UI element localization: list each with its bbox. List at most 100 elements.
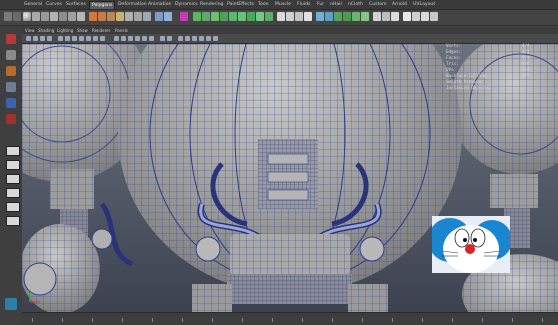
tab-animation[interactable]: Animation bbox=[146, 1, 173, 9]
poly-pipe-icon[interactable] bbox=[77, 12, 85, 21]
poly-cone-icon[interactable] bbox=[50, 12, 58, 21]
scale-tool-icon[interactable] bbox=[6, 114, 16, 124]
tab-curves[interactable]: Curves bbox=[44, 1, 64, 9]
textured-icon[interactable] bbox=[135, 36, 140, 41]
poly-torus-icon[interactable] bbox=[68, 12, 76, 21]
antialias-icon[interactable] bbox=[206, 36, 211, 41]
xray-icon[interactable] bbox=[160, 36, 165, 41]
panel-menu-renderer[interactable]: Renderer bbox=[92, 27, 110, 34]
tab-fluids[interactable]: Fluids bbox=[295, 1, 312, 9]
layout-hypershade-icon[interactable] bbox=[6, 216, 20, 226]
panel-menu-show[interactable]: Show bbox=[77, 27, 88, 34]
extrude-icon[interactable] bbox=[193, 12, 201, 21]
panel-menu-panels[interactable]: Panels bbox=[115, 27, 128, 34]
safe-title-icon[interactable] bbox=[100, 36, 105, 41]
layout-single-icon[interactable] bbox=[6, 146, 20, 156]
depth-of-field-icon[interactable] bbox=[213, 36, 218, 41]
append-icon[interactable] bbox=[211, 12, 219, 21]
normals-icon[interactable] bbox=[373, 12, 381, 21]
tab-painteffects[interactable]: PaintEffects bbox=[225, 1, 256, 9]
tab-rendering[interactable]: Rendering bbox=[198, 1, 225, 9]
sew-uv-icon[interactable] bbox=[325, 12, 333, 21]
split-icon[interactable] bbox=[220, 12, 228, 21]
quadrangulate-icon[interactable] bbox=[430, 12, 438, 21]
layout-four-icon[interactable] bbox=[6, 160, 20, 170]
collapse-icon[interactable] bbox=[265, 12, 273, 21]
image-plane-icon[interactable] bbox=[47, 36, 52, 41]
reverse-icon[interactable] bbox=[391, 12, 399, 21]
extract-icon[interactable] bbox=[107, 12, 115, 21]
tab-toon[interactable]: Toon bbox=[256, 1, 271, 9]
bridge-icon[interactable] bbox=[202, 12, 210, 21]
tab-custom[interactable]: Custom bbox=[367, 1, 389, 9]
uv-auto-icon[interactable] bbox=[304, 12, 312, 21]
tab-deformation[interactable]: Deformation bbox=[116, 1, 149, 9]
poly-cylinder-icon[interactable] bbox=[41, 12, 49, 21]
combine-icon[interactable] bbox=[89, 12, 97, 21]
bookmark-icon[interactable] bbox=[40, 36, 45, 41]
tab-nhair[interactable]: nHair bbox=[328, 1, 344, 9]
soften-icon[interactable] bbox=[352, 12, 360, 21]
smooth-icon[interactable] bbox=[125, 12, 133, 21]
conform-icon[interactable] bbox=[382, 12, 390, 21]
tab-general[interactable]: General bbox=[22, 1, 44, 9]
film-gate-icon[interactable] bbox=[65, 36, 70, 41]
poly-plane-icon[interactable] bbox=[59, 12, 67, 21]
camera-icon[interactable] bbox=[26, 36, 31, 41]
reduce-icon[interactable] bbox=[164, 12, 172, 21]
tab-ncloth[interactable]: nCloth bbox=[346, 1, 365, 9]
layout-persp-graph-icon[interactable] bbox=[6, 188, 20, 198]
motion-blur-icon[interactable] bbox=[199, 36, 204, 41]
poly-sphere-icon[interactable] bbox=[23, 12, 31, 21]
insert-loop-icon[interactable] bbox=[229, 12, 237, 21]
uv-spherical-icon[interactable] bbox=[295, 12, 303, 21]
hq-render-icon[interactable] bbox=[185, 36, 190, 41]
booleans-icon[interactable] bbox=[116, 12, 124, 21]
select-tool-icon[interactable] bbox=[6, 34, 16, 44]
unfold-icon[interactable] bbox=[334, 12, 342, 21]
lasso-tool-icon[interactable] bbox=[6, 50, 16, 60]
menu-icon[interactable] bbox=[13, 12, 21, 21]
resolution-gate-icon[interactable] bbox=[72, 36, 77, 41]
history-icon[interactable] bbox=[4, 12, 12, 21]
smooth-shade-icon[interactable] bbox=[121, 36, 126, 41]
tab-fur[interactable]: Fur bbox=[315, 1, 326, 9]
move-tool-icon[interactable] bbox=[6, 82, 16, 92]
wireframe-icon[interactable] bbox=[114, 36, 119, 41]
harden-icon[interactable] bbox=[361, 12, 369, 21]
merge-icon[interactable] bbox=[256, 12, 264, 21]
time-slider[interactable] bbox=[22, 312, 558, 325]
tab-uvlayout[interactable]: UVLayout bbox=[411, 1, 437, 9]
layout-icon[interactable] bbox=[343, 12, 351, 21]
shadows-icon[interactable] bbox=[149, 36, 154, 41]
xray-joints-icon[interactable] bbox=[167, 36, 172, 41]
tab-dynamics[interactable]: Dynamics bbox=[173, 1, 200, 9]
bevel-icon[interactable] bbox=[247, 12, 255, 21]
rotate-tool-icon[interactable] bbox=[6, 98, 16, 108]
tab-muscle[interactable]: Muscle bbox=[273, 1, 293, 9]
offset-loop-icon[interactable] bbox=[238, 12, 246, 21]
layout-side-icon[interactable] bbox=[6, 174, 20, 184]
paint-select-icon[interactable] bbox=[6, 66, 16, 76]
cut-uv-icon[interactable] bbox=[316, 12, 324, 21]
gate-mask-icon[interactable] bbox=[79, 36, 84, 41]
fill-hole-icon[interactable] bbox=[155, 12, 163, 21]
panel-menu-lighting[interactable]: Lighting bbox=[57, 27, 73, 34]
use-lights-icon[interactable] bbox=[142, 36, 147, 41]
tab-polygons[interactable]: Polygons bbox=[89, 1, 116, 9]
render-view-icon[interactable] bbox=[5, 298, 17, 310]
grid-icon[interactable] bbox=[58, 36, 63, 41]
field-chart-icon[interactable] bbox=[86, 36, 91, 41]
ambient-occlusion-icon[interactable] bbox=[192, 36, 197, 41]
isolate-icon[interactable] bbox=[178, 36, 183, 41]
tab-surfaces[interactable]: Surfaces bbox=[64, 1, 88, 9]
sculpt-icon[interactable] bbox=[180, 12, 188, 21]
separate-icon[interactable] bbox=[98, 12, 106, 21]
mirror-icon[interactable] bbox=[143, 12, 151, 21]
layout-outliner-icon[interactable] bbox=[6, 202, 20, 212]
lock-camera-icon[interactable] bbox=[33, 36, 38, 41]
average-icon[interactable] bbox=[134, 12, 142, 21]
uv-cylindrical-icon[interactable] bbox=[286, 12, 294, 21]
uv-planar-icon[interactable] bbox=[277, 12, 285, 21]
cleanup-icon[interactable] bbox=[412, 12, 420, 21]
